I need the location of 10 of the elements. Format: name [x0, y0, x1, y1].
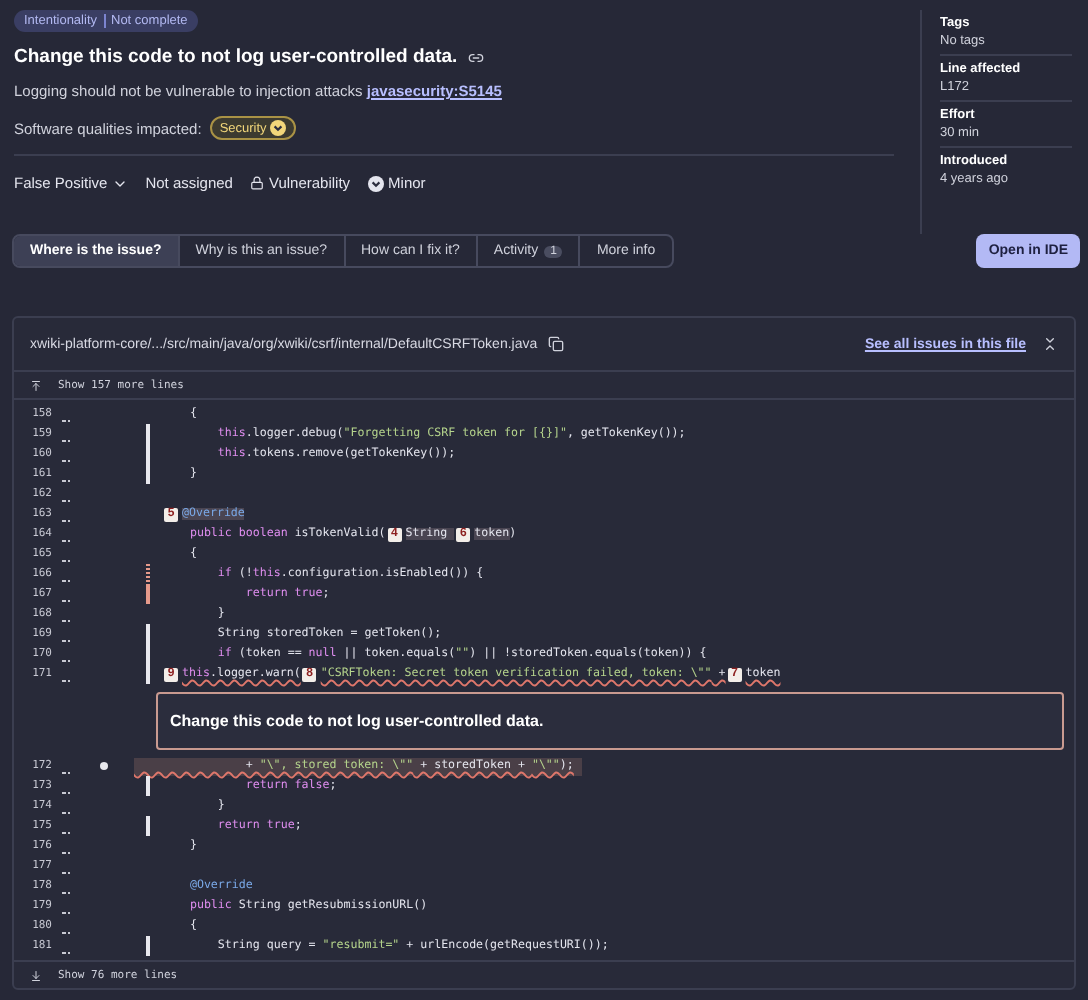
chevron-circle-icon: [270, 120, 287, 136]
link-icon[interactable]: [467, 49, 484, 65]
issue-title: Change this code to not log user-controlled data.: [14, 46, 458, 68]
issue-message: Change this code to not log user-controlled data.: [156, 691, 1064, 749]
collapse-icon[interactable]: [1042, 336, 1058, 352]
expand-up-icon[interactable]: [30, 379, 42, 391]
severity-icon: [368, 175, 385, 191]
expand-down-icon[interactable]: [30, 969, 42, 981]
lock-icon: [250, 176, 265, 190]
copy-icon[interactable]: [547, 336, 564, 352]
